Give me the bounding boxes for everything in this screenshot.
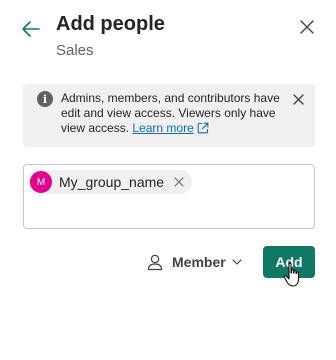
close-icon <box>292 93 304 105</box>
remove-chip-button[interactable] <box>173 176 185 188</box>
back-button[interactable] <box>18 16 44 42</box>
close-button[interactable] <box>296 16 318 38</box>
chip-label: My_group_name <box>59 174 165 190</box>
dismiss-banner-button[interactable] <box>291 92 305 106</box>
close-icon <box>300 20 314 34</box>
info-icon: i <box>37 91 53 107</box>
panel-title: Add people <box>56 13 165 35</box>
role-dropdown[interactable]: Member <box>146 250 246 274</box>
info-message: Admins, members, and contributors have e… <box>61 91 293 136</box>
close-icon <box>174 177 184 187</box>
role-label: Member <box>172 254 226 270</box>
open-external-icon <box>197 122 209 134</box>
arrow-left-icon <box>22 21 40 37</box>
panel-subtitle: Sales <box>56 42 94 59</box>
person-icon <box>146 253 164 271</box>
learn-more-link[interactable]: Learn more <box>132 121 209 135</box>
add-button[interactable]: Add <box>263 246 315 278</box>
selected-person-chip[interactable]: M My_group_name <box>28 170 192 194</box>
people-picker-input[interactable]: M My_group_name <box>23 164 315 229</box>
chevron-down-icon <box>232 259 242 265</box>
add-people-panel: Add people Sales i Admins, members, and … <box>0 0 336 360</box>
avatar: M <box>30 171 52 193</box>
learn-more-label: Learn more <box>132 121 194 135</box>
info-banner: i Admins, members, and contributors have… <box>23 84 315 147</box>
